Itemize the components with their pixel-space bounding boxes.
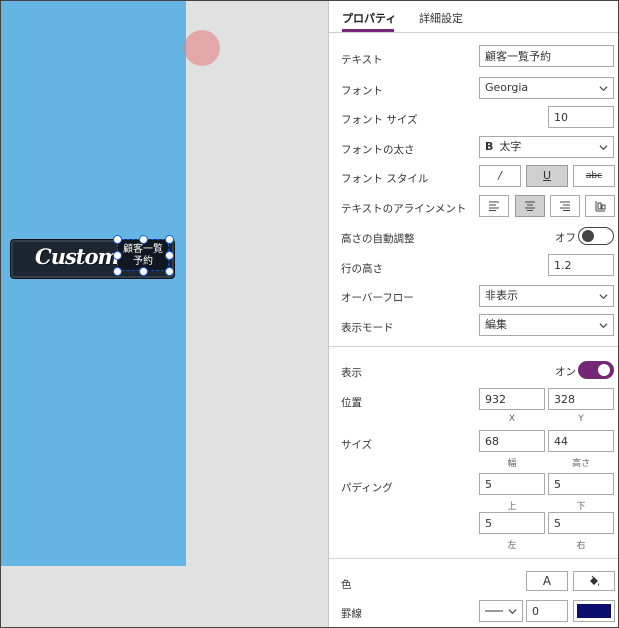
align-right-icon [560,201,570,211]
line-height-label: 行の高さ [341,263,383,275]
overflow-label: オーバーフロー [341,292,414,304]
padding-top-caption: 上 [507,502,517,512]
auto-height-state: オフ [555,232,576,244]
border-color-button[interactable] [573,600,615,622]
size-width-input[interactable] [479,430,545,452]
active-tab-indicator [342,29,394,32]
size-height-caption: 高さ [571,459,590,469]
chevron-down-icon [599,323,608,329]
align-center-button[interactable] [515,195,545,217]
app-screen[interactable] [1,1,186,566]
position-label: 位置 [341,397,362,409]
chevron-down-icon [508,609,517,615]
canvas-area[interactable]: Customer 顧客一覧 予約 [1,1,328,627]
text-color-button[interactable]: A [526,571,568,591]
chevron-down-icon [599,86,608,92]
align-justify-icon [595,201,606,212]
strikethrough-icon: abc [585,171,603,181]
padding-bottom-caption: 下 [576,502,586,512]
resize-handle-top-right[interactable] [165,235,174,244]
resize-handle-bottom-right[interactable] [165,267,174,276]
font-size-input[interactable] [548,106,614,128]
bold-icon: B [485,140,494,153]
overflow-select[interactable]: 非表示 [479,285,614,307]
padding-top-input[interactable] [479,473,545,495]
resize-handle-top-left[interactable] [113,235,122,244]
color-label: 色 [341,579,352,591]
selected-label-line-1: 顧客一覧 [123,244,163,255]
font-weight-select[interactable]: B 太字 [479,136,614,158]
visible-label: 表示 [341,367,362,379]
resize-handle-bottom-middle[interactable] [139,267,148,276]
auto-height-label: 高さの自動調整 [341,233,415,245]
toggle-knob [598,364,610,376]
chevron-down-icon [599,145,608,151]
overflow-value: 非表示 [485,289,518,302]
display-mode-select[interactable]: 編集 [479,314,614,336]
app-window: Customer 顧客一覧 予約 プロパティ 詳細設定 テキスト 顧客一覧予約 … [0,0,619,628]
properties-panel: プロパティ 詳細設定 テキスト フォント Georgia フォント サイズ フォ… [328,1,618,627]
align-right-button[interactable] [550,195,580,217]
resize-handle-bottom-left[interactable] [113,267,122,276]
chevron-down-icon [599,294,608,300]
size-label: サイズ [341,439,373,451]
underline-button[interactable]: U [526,165,568,187]
resize-handle-middle-left[interactable] [113,251,122,260]
padding-right-caption: 右 [576,541,586,551]
tab-advanced[interactable]: 詳細設定 [419,10,463,26]
display-mode-value: 編集 [485,318,507,331]
display-mode-label: 表示モード [341,322,394,334]
font-label: フォント [341,85,383,97]
size-height-input[interactable] [548,430,614,452]
pointer-indicator [184,30,220,66]
font-size-label: フォント サイズ [341,114,418,126]
position-x-input[interactable] [479,388,545,410]
line-height-input[interactable] [548,254,614,276]
padding-left-caption: 左 [507,541,517,551]
padding-bottom-input[interactable] [548,473,614,495]
customer-control-group[interactable]: Customer 顧客一覧 予約 [10,235,175,279]
italic-icon: / [498,169,502,182]
align-justify-button[interactable] [585,195,615,217]
toggle-knob [582,230,594,242]
font-select[interactable]: Georgia [479,77,614,99]
section-divider [329,558,618,559]
strikethrough-button[interactable]: abc [573,165,615,187]
text-input[interactable] [479,45,614,67]
paint-bucket-icon [590,575,599,586]
padding-label: パディング [341,482,393,494]
auto-height-toggle[interactable] [578,227,614,245]
line-style-icon [485,610,503,612]
border-label: 罫線 [341,608,362,620]
tab-properties[interactable]: プロパティ [342,10,396,26]
position-y-caption: Y [578,414,584,424]
size-width-caption: 幅 [507,459,517,469]
underline-icon: U [542,169,552,182]
font-weight-label: フォントの太さ [341,144,415,156]
border-width-input[interactable] [526,600,568,622]
padding-left-input[interactable] [479,512,545,534]
border-style-select[interactable] [479,600,523,622]
font-select-value: Georgia [485,81,529,94]
position-x-caption: X [508,414,516,424]
text-color-icon: A [542,574,552,588]
text-align-label: テキストのアラインメント [341,203,467,215]
font-weight-value: 太字 [499,140,522,153]
text-label: テキスト [341,54,383,66]
section-divider [329,346,618,347]
font-style-label: フォント スタイル [341,173,429,185]
position-y-input[interactable] [548,388,614,410]
resize-handle-top-middle[interactable] [139,235,148,244]
panel-tabs: プロパティ 詳細設定 [329,1,618,33]
padding-right-input[interactable] [548,512,614,534]
visible-toggle[interactable] [578,361,614,379]
align-center-icon [525,201,535,211]
italic-button[interactable]: / [479,165,521,187]
align-left-button[interactable] [479,195,509,217]
visible-state: オン [555,366,576,378]
fill-color-button[interactable] [573,571,615,591]
border-color-swatch [577,604,611,618]
align-left-icon [489,201,499,211]
resize-handle-middle-right[interactable] [165,251,174,260]
